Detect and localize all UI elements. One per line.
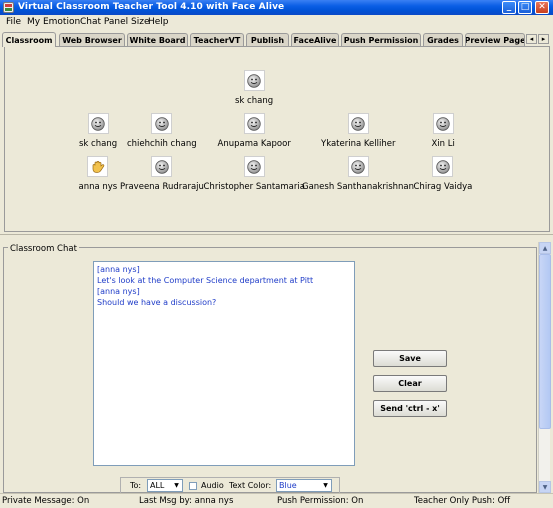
classroom-chat-panel: Classroom Chat [anna nys] Let's look at … (3, 241, 537, 493)
minimize-icon: _ (506, 2, 512, 12)
tab-teachervt[interactable]: TeacherVT (190, 33, 244, 46)
scroll-down-button[interactable]: ▼ (539, 481, 551, 493)
close-icon: ✕ (538, 2, 546, 12)
student-seat[interactable]: Anupama Kapoor (218, 113, 291, 149)
tab-preview-page[interactable]: Preview Page (465, 33, 525, 46)
status-bar: Private Message: On Last Msg by: anna ny… (0, 493, 553, 508)
student-name: sk chang (235, 96, 274, 106)
student-name: chiehchih chang (127, 139, 197, 149)
chat-controls-row: To: ALL ▼ Audio Text Color: Blue ▼ (120, 477, 340, 493)
smiley-face-icon (432, 113, 454, 134)
text-color-value: Blue (279, 481, 297, 490)
status-teacher-only-push: Teacher Only Push: Off (414, 496, 511, 506)
maximize-button[interactable]: □ (518, 1, 532, 14)
clear-button[interactable]: Clear (373, 375, 447, 392)
student-seat[interactable]: sk chang (235, 70, 273, 106)
tab-facealive[interactable]: FaceAlive (291, 33, 339, 46)
student-name: Ykaterina Kelliher (321, 139, 396, 149)
smiley-face-icon (87, 113, 109, 134)
menu-my-emotion[interactable]: My Emotion (27, 17, 80, 27)
chevron-down-icon: ▼ (174, 482, 179, 489)
menu-help[interactable]: Help (148, 17, 169, 27)
student-name: Ganesh Santhanakrishnan (302, 182, 415, 192)
student-seat[interactable]: anna nys (78, 156, 118, 192)
title-bar[interactable]: Virtual Classroom Teacher Tool 4.10 with… (0, 0, 553, 15)
vertical-scrollbar[interactable]: ▲ ▼ (538, 242, 551, 493)
smiley-face-icon (151, 113, 173, 134)
audio-label: Audio (201, 481, 224, 490)
student-name: Anupama Kapoor (217, 139, 291, 149)
smiley-face-icon (151, 156, 173, 177)
to-label: To: (130, 481, 142, 490)
minimize-button[interactable]: _ (502, 1, 516, 14)
chat-message-line: [anna nys] (97, 287, 140, 296)
tab-scroll-right-button[interactable]: ▸ (538, 34, 549, 44)
audio-checkbox[interactable] (189, 482, 197, 490)
student-name: Xin Li (431, 139, 455, 149)
smiley-face-icon (347, 156, 369, 177)
student-seat[interactable]: Ykaterina Kelliher (321, 113, 395, 149)
send-button[interactable]: Send 'ctrl - x' (373, 400, 447, 417)
app-icon (3, 2, 14, 13)
tab-strip: Classroom Web Browser White Board Teache… (2, 32, 551, 47)
student-seat[interactable]: sk chang (79, 113, 117, 149)
arrow-down-icon: ▼ (542, 483, 548, 491)
smiley-face-icon (432, 156, 454, 177)
tab-grades[interactable]: Grades (423, 33, 463, 46)
student-name: Christopher Santamaria (203, 182, 305, 192)
arrow-right-icon: ▸ (541, 35, 546, 43)
student-seat[interactable]: Ganesh Santhanakrishnan (302, 156, 414, 192)
recipient-select[interactable]: ALL ▼ (147, 479, 183, 492)
student-name: Chirag Vaidya (413, 182, 473, 192)
arrow-left-icon: ◂ (529, 35, 534, 43)
student-seat[interactable]: Christopher Santamaria (204, 156, 305, 192)
status-last-message: Last Msg by: anna nys (139, 496, 234, 506)
smiley-face-icon (243, 113, 265, 134)
chevron-down-icon: ▼ (323, 482, 328, 489)
student-name: anna nys (78, 182, 118, 192)
student-seat[interactable]: chiehchih chang (127, 113, 197, 149)
chat-panel-title: Classroom Chat (8, 244, 79, 254)
student-seat[interactable]: Praveena Rudraraju (120, 156, 204, 192)
chat-message-line: [anna nys] (97, 265, 140, 274)
maximize-icon: □ (520, 2, 530, 12)
status-private-message: Private Message: On (2, 496, 90, 506)
window-title: Virtual Classroom Teacher Tool 4.10 with… (18, 2, 285, 12)
menu-chat-panel-size[interactable]: Chat Panel Size (80, 17, 150, 27)
student-seat[interactable]: Chirag Vaidya (413, 156, 473, 192)
recipient-value: ALL (150, 481, 165, 490)
smiley-face-icon (243, 70, 265, 91)
tab-white-board[interactable]: White Board (127, 33, 188, 46)
student-seat[interactable]: Xin Li (432, 113, 455, 149)
scroll-thumb[interactable] (539, 254, 551, 429)
chat-log[interactable]: [anna nys] Let's look at the Computer Sc… (93, 261, 355, 466)
tab-publish[interactable]: Publish (246, 33, 289, 46)
menu-file[interactable]: File (6, 17, 21, 27)
smiley-face-icon (243, 156, 265, 177)
smiley-face-icon (347, 113, 369, 134)
close-button[interactable]: ✕ (535, 1, 549, 14)
tab-scroll-left-button[interactable]: ◂ (526, 34, 537, 44)
menu-bar: File My Emotion Chat Panel Size Help (0, 15, 553, 30)
tab-web-browser[interactable]: Web Browser (59, 33, 125, 46)
chat-message-line: Let's look at the Computer Science depar… (97, 276, 314, 285)
tab-classroom[interactable]: Classroom (2, 32, 56, 47)
arrow-up-icon: ▲ (542, 244, 548, 252)
save-button[interactable]: Save (373, 350, 447, 367)
text-color-label: Text Color: (229, 481, 272, 490)
raised-hand-icon (87, 156, 109, 177)
student-name: sk chang (79, 139, 118, 149)
student-name: Praveena Rudraraju (120, 182, 204, 192)
chat-message-line: Should we have a discussion? (97, 298, 217, 307)
classroom-panel: sk chang sk chang chiehchih chang Anupam… (4, 46, 550, 232)
scroll-up-button[interactable]: ▲ (539, 242, 551, 254)
text-color-select[interactable]: Blue ▼ (276, 479, 332, 492)
panel-splitter[interactable] (0, 234, 553, 240)
tab-push-permission[interactable]: Push Permission (341, 33, 421, 46)
status-push-permission: Push Permission: On (277, 496, 364, 506)
